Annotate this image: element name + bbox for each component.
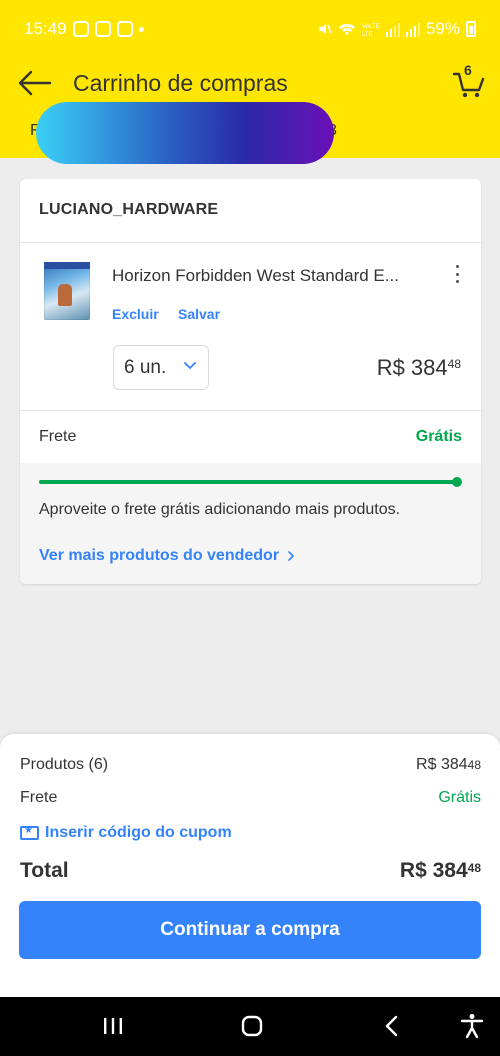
shipping-value: Grátis <box>415 428 462 445</box>
volte-icon: VoLTE LTE <box>362 24 380 37</box>
back-arrow-icon[interactable] <box>18 70 52 96</box>
app-e-icon <box>116 21 133 37</box>
chevron-right-icon <box>287 550 294 561</box>
status-time: 15:49 <box>24 19 67 38</box>
shipping-progress-dot <box>452 477 462 487</box>
item-price-main: R$ 384 <box>376 355 448 380</box>
total-cents: 48 <box>467 861 481 875</box>
quantity-value: 6 un. <box>124 356 167 378</box>
coupon-icon <box>20 825 39 840</box>
product-name[interactable]: Horizon Forbidden West Standard E... <box>112 266 432 286</box>
products-count-label: Produtos (6) <box>20 756 109 773</box>
item-price: R$ 38448 <box>377 355 461 381</box>
chevron-down-icon <box>184 362 196 370</box>
coupon-label: Inserir código do cupom <box>45 824 232 841</box>
wifi-icon <box>338 23 355 35</box>
summary-shipping-label: Frete <box>20 789 58 806</box>
free-shipping-box: Aproveite o frete grátis adicionando mai… <box>20 463 481 584</box>
products-subtotal-cents: 48 <box>467 758 481 772</box>
order-summary: Produtos (6) R$ 38448 Frete Grátis Inser… <box>0 734 500 997</box>
instagram-icon <box>94 21 111 37</box>
more-options-icon[interactable] <box>450 265 464 283</box>
total-main: R$ 384 <box>399 859 468 882</box>
redaction-overlay <box>36 102 334 164</box>
coupon-link[interactable]: Inserir código do cupom <box>20 824 232 842</box>
total-label: Total <box>20 859 69 882</box>
total-amount: R$ 38448 <box>400 859 481 883</box>
cart-count-badge: 6 <box>464 62 472 78</box>
shipping-progress-bar <box>39 477 462 487</box>
back-icon[interactable] <box>383 1015 401 1037</box>
signal-icon <box>405 23 420 37</box>
svg-text:LTE: LTE <box>362 32 373 37</box>
system-nav-bar <box>0 997 500 1056</box>
product-thumbnail[interactable] <box>44 262 90 320</box>
recent-apps-icon[interactable] <box>102 1015 124 1037</box>
continue-purchase-button[interactable]: Continuar a compra <box>19 901 481 959</box>
quantity-select[interactable]: 6 un. <box>113 345 209 390</box>
instagram-icon <box>72 21 89 37</box>
signal-icon <box>385 23 400 37</box>
svg-text:VoLTE: VoLTE <box>362 24 380 30</box>
app-header: Carrinho de compras 6 F 3 <box>0 58 500 164</box>
more-seller-products-link[interactable]: Ver mais produtos do vendedor <box>39 547 295 565</box>
products-subtotal-main: R$ 384 <box>416 756 468 773</box>
item-price-cents: 48 <box>447 357 461 371</box>
battery-icon <box>466 21 476 37</box>
free-shipping-message: Aproveite o frete grátis adicionando mai… <box>39 501 401 518</box>
remove-link[interactable]: Excluir <box>112 306 159 322</box>
home-icon[interactable] <box>240 1015 264 1037</box>
shipping-progress-fill <box>39 480 457 484</box>
dot-icon <box>138 26 144 32</box>
products-subtotal: R$ 38448 <box>416 756 481 774</box>
mute-icon <box>318 24 332 34</box>
seller-cart-card: LUCIANO_HARDWARE Horizon Forbidden West … <box>20 179 481 584</box>
seller-name[interactable]: LUCIANO_HARDWARE <box>39 201 218 219</box>
more-seller-products-label: Ver mais produtos do vendedor <box>39 547 280 564</box>
summary-shipping-value: Grátis <box>438 789 481 806</box>
page-title: Carrinho de compras <box>73 70 288 96</box>
shipping-label: Frete <box>39 428 77 445</box>
divider <box>20 242 481 243</box>
status-bar: 15:49 VoLTE LTE 59% <box>0 0 500 58</box>
battery-percent: 59% <box>425 19 460 38</box>
save-link[interactable]: Salvar <box>178 306 220 322</box>
divider <box>20 410 481 411</box>
accessibility-icon[interactable] <box>460 1013 484 1039</box>
